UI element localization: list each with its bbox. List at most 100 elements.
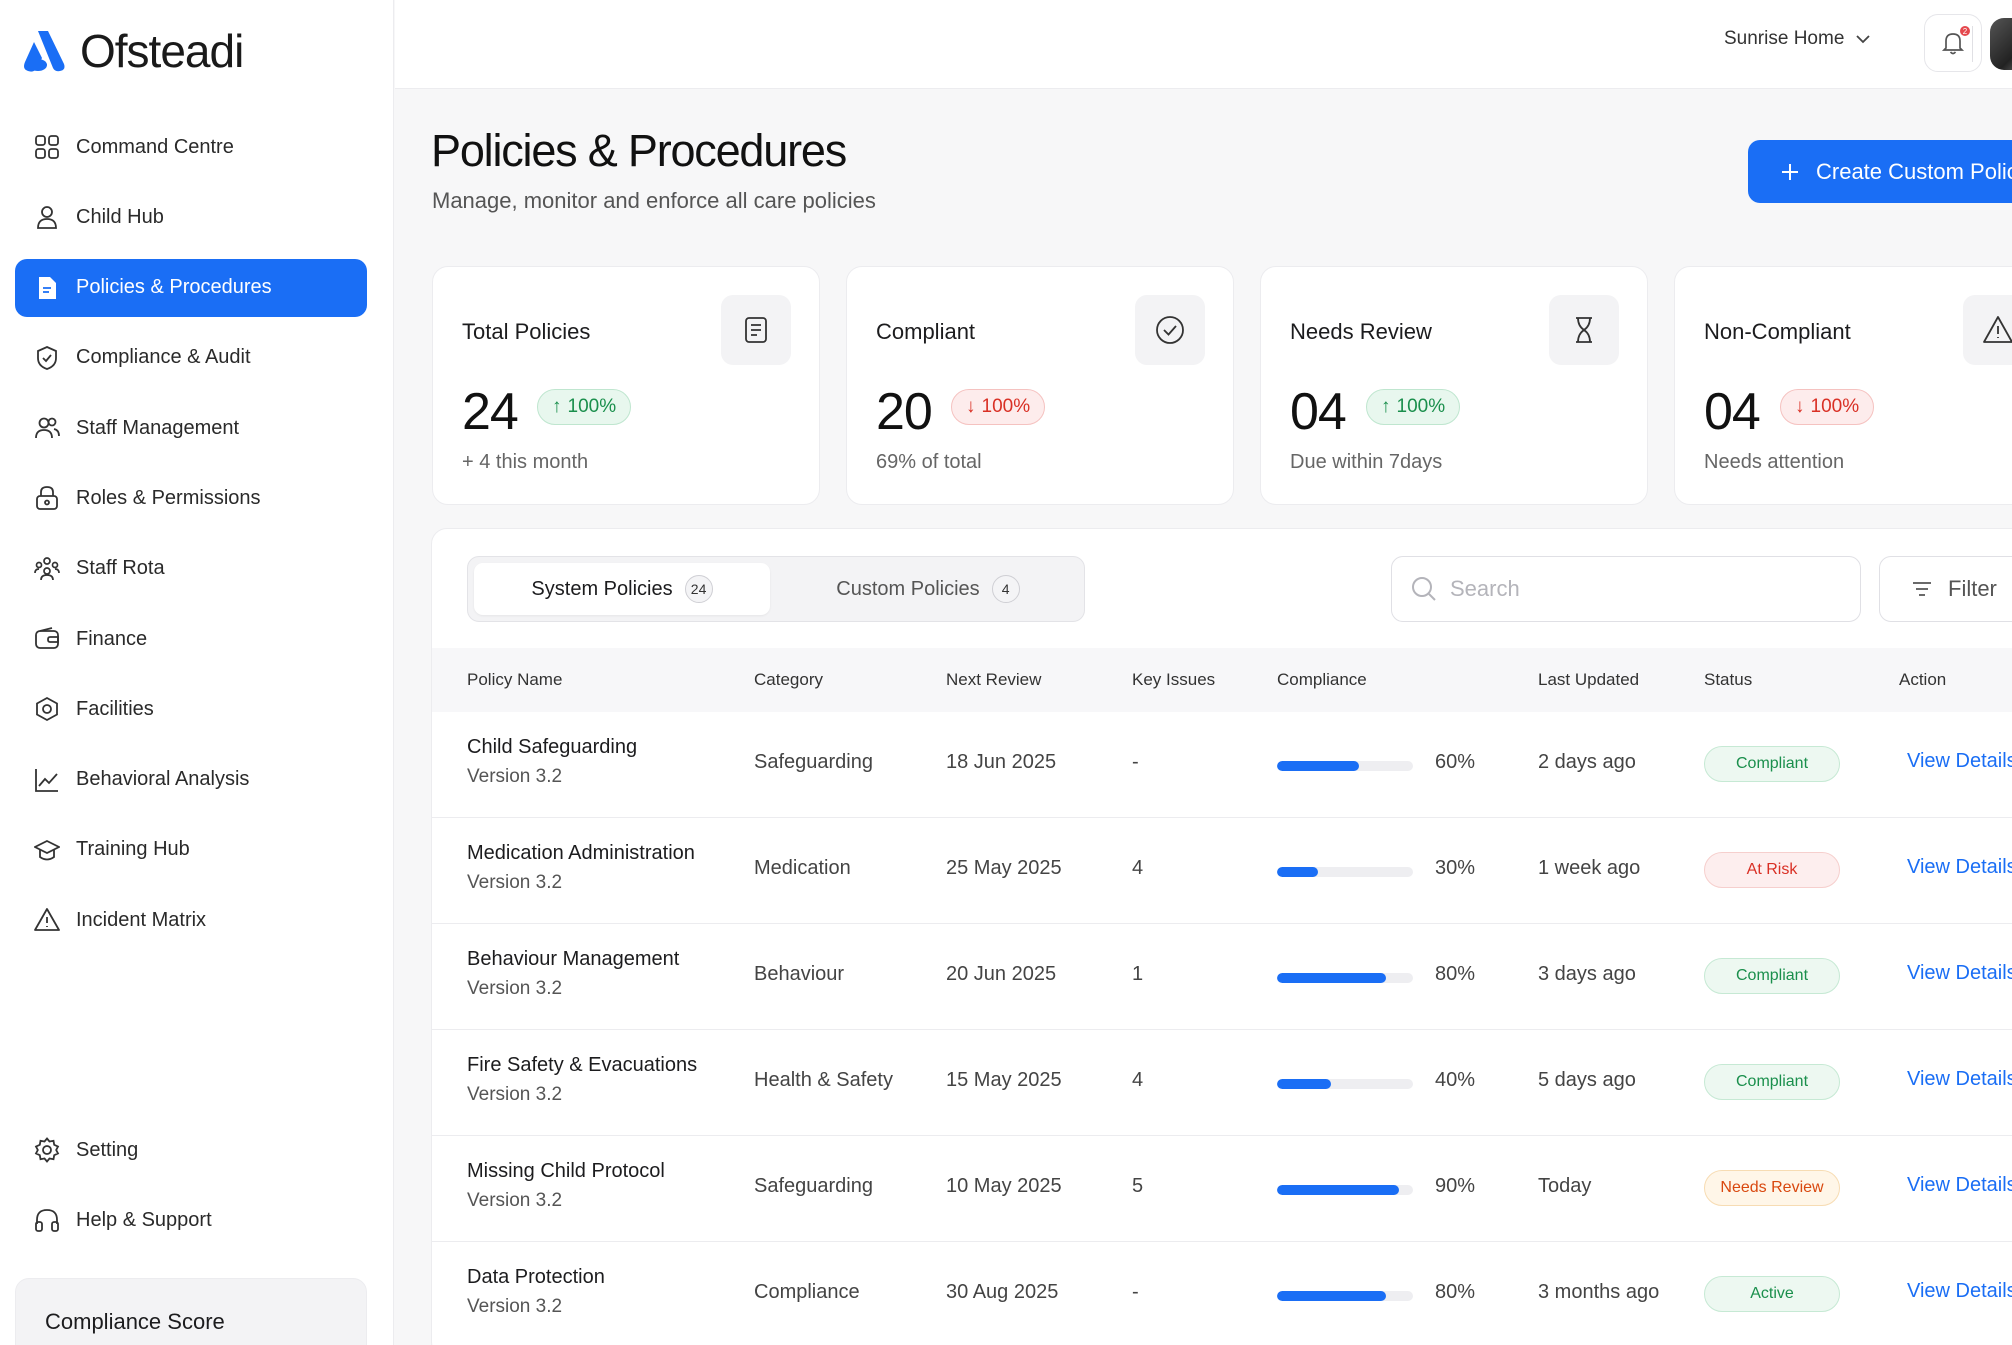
sidebar-item-policies[interactable]: Policies & Procedures [15, 258, 367, 317]
column-header[interactable]: Key Issues [1132, 670, 1215, 690]
view-details-link[interactable]: View Details [1907, 1174, 2012, 1197]
sidebar-item-compliance-audit[interactable]: Compliance & Audit [15, 329, 367, 387]
last-updated: 1 week ago [1538, 857, 1641, 879]
sidebar-item-label: Staff Rota [76, 557, 165, 580]
tab-count: 24 [684, 575, 713, 603]
warning-icon [1963, 295, 2012, 365]
compliance-bar-fill [1277, 1079, 1332, 1089]
column-header[interactable]: Status [1704, 670, 1752, 690]
shield-check-icon [32, 343, 62, 373]
tab-custom-policies[interactable]: Custom Policies 4 [778, 563, 1078, 615]
last-updated: Today [1538, 1175, 1592, 1197]
next-review-date: 30 Aug 2025 [946, 1281, 1059, 1303]
gear-icon [32, 1135, 62, 1165]
sidebar-item-finance[interactable]: Finance [15, 610, 367, 668]
compliance-bar-fill [1277, 1185, 1400, 1195]
sidebar-nav: Command Centre Child Hub Policies & Proc… [15, 118, 367, 962]
view-details-link[interactable]: View Details [1907, 1068, 2012, 1091]
page-subtitle: Manage, monitor and enforce all care pol… [432, 188, 876, 213]
view-details-link[interactable]: View Details [1907, 1280, 2012, 1303]
compliance-score-title: Compliance Score [45, 1309, 225, 1334]
table-row[interactable]: Child Safeguarding Version 3.2 Safeguard… [432, 712, 2012, 818]
view-details-link[interactable]: View Details [1907, 750, 2012, 773]
sidebar-item-staff-management[interactable]: Staff Management [15, 399, 367, 457]
column-header[interactable]: Policy Name [467, 670, 562, 690]
home-selector-label: Sunrise Home [1724, 28, 1845, 49]
status-badge: At Risk [1704, 852, 1840, 888]
stat-label: Compliant [876, 319, 976, 344]
sidebar-item-roles-permissions[interactable]: Roles & Permissions [15, 469, 367, 527]
sidebar-item-staff-rota[interactable]: Staff Rota [15, 540, 367, 598]
filter-button[interactable]: Filter [1879, 556, 2012, 622]
arrow-up-icon: ↑ [1381, 396, 1391, 417]
graduation-cap-icon [32, 835, 62, 865]
policies-panel: System Policies 24 Custom Policies 4 Fil… [431, 528, 2012, 1345]
sidebar-item-behavioral-analysis[interactable]: Behavioral Analysis [15, 751, 367, 809]
next-review-date: 10 May 2025 [946, 1175, 1062, 1197]
hourglass-icon [1549, 295, 1619, 365]
policy-category: Medication [754, 857, 851, 879]
sidebar-item-training-hub[interactable]: Training Hub [15, 821, 367, 879]
stat-value: 04 [1704, 383, 1761, 441]
view-details-link[interactable]: View Details [1907, 856, 2012, 879]
policy-name: Child Safeguarding [467, 736, 638, 758]
policy-version: Version 3.2 [467, 978, 563, 999]
sidebar-item-label: Policies & Procedures [76, 276, 272, 299]
app-name: Ofsteadi [80, 25, 244, 77]
filter-icon [1913, 582, 1931, 596]
policy-name: Medication Administration [467, 842, 695, 864]
sidebar-item-label: Finance [76, 627, 148, 650]
sidebar-item-label: Behavioral Analysis [76, 768, 250, 791]
sidebar-item-label: Setting [76, 1138, 139, 1161]
sidebar-item-label: Training Hub [76, 838, 190, 861]
search-input[interactable] [1450, 576, 1830, 602]
tab-system-policies[interactable]: System Policies 24 [474, 563, 770, 615]
table-row[interactable]: Medication Administration Version 3.2 Me… [432, 818, 2012, 924]
compliance-bar-fill [1277, 761, 1359, 771]
last-updated: 5 days ago [1538, 1069, 1636, 1091]
column-header[interactable]: Action [1899, 670, 1946, 690]
last-updated: 2 days ago [1538, 751, 1636, 773]
stat-label: Non-Compliant [1704, 319, 1851, 344]
sidebar-item-help-support[interactable]: Help & Support [15, 1191, 367, 1249]
sidebar-item-incident-matrix[interactable]: Incident Matrix [15, 891, 367, 949]
sidebar-item-setting[interactable]: Setting [15, 1121, 367, 1179]
table-row[interactable]: Behaviour Management Version 3.2 Behavio… [432, 924, 2012, 1030]
stat-change-value: 100% [1810, 396, 1860, 417]
create-custom-policy-button[interactable]: Create Custom Policy [1748, 140, 2012, 203]
notifications-button[interactable]: 2 [1924, 14, 1982, 72]
compliance-bar [1277, 1291, 1413, 1301]
compliance-bar-fill [1277, 1291, 1386, 1301]
warning-icon [32, 905, 62, 935]
logo-icon [24, 31, 65, 72]
column-header[interactable]: Last Updated [1538, 670, 1639, 690]
arrow-down-icon: ↓ [1795, 396, 1805, 417]
sidebar-item-child-hub[interactable]: Child Hub [15, 188, 367, 246]
lock-icon [32, 483, 62, 513]
key-issues: 4 [1132, 1069, 1144, 1091]
column-header[interactable]: Compliance [1277, 670, 1367, 690]
column-header[interactable]: Next Review [946, 670, 1041, 690]
view-details-link[interactable]: View Details [1907, 962, 2012, 985]
column-header[interactable]: Category [754, 670, 823, 690]
filter-label: Filter [1948, 576, 1997, 601]
status-badge: Active [1704, 1276, 1840, 1312]
sidebar-item-facilities[interactable]: Facilities [15, 680, 367, 738]
page-title: Policies & Procedures [431, 125, 847, 176]
key-issues: 4 [1132, 857, 1144, 879]
compliance-percent: 40% [1435, 1069, 1476, 1091]
app-logo[interactable]: Ofsteadi [20, 24, 244, 78]
sidebar-item-label: Incident Matrix [76, 908, 207, 931]
table-row[interactable]: Fire Safety & Evacuations Version 3.2 He… [432, 1030, 2012, 1136]
document-icon [32, 273, 62, 303]
table-row[interactable]: Missing Child Protocol Version 3.2 Safeg… [432, 1136, 2012, 1242]
sidebar: Ofsteadi Command Centre Child Hub Polici… [0, 0, 394, 1345]
sidebar-item-command-centre[interactable]: Command Centre [15, 118, 367, 176]
next-review-date: 15 May 2025 [946, 1069, 1062, 1091]
stat-label: Needs Review [1290, 319, 1432, 344]
home-selector[interactable]: Sunrise Home [1724, 28, 1872, 50]
table-row[interactable]: Data Protection Version 3.2 Compliance 3… [432, 1242, 2012, 1345]
avatar[interactable] [1990, 18, 2012, 70]
chart-line-icon [32, 765, 62, 795]
status-badge: Needs Review [1704, 1170, 1840, 1206]
